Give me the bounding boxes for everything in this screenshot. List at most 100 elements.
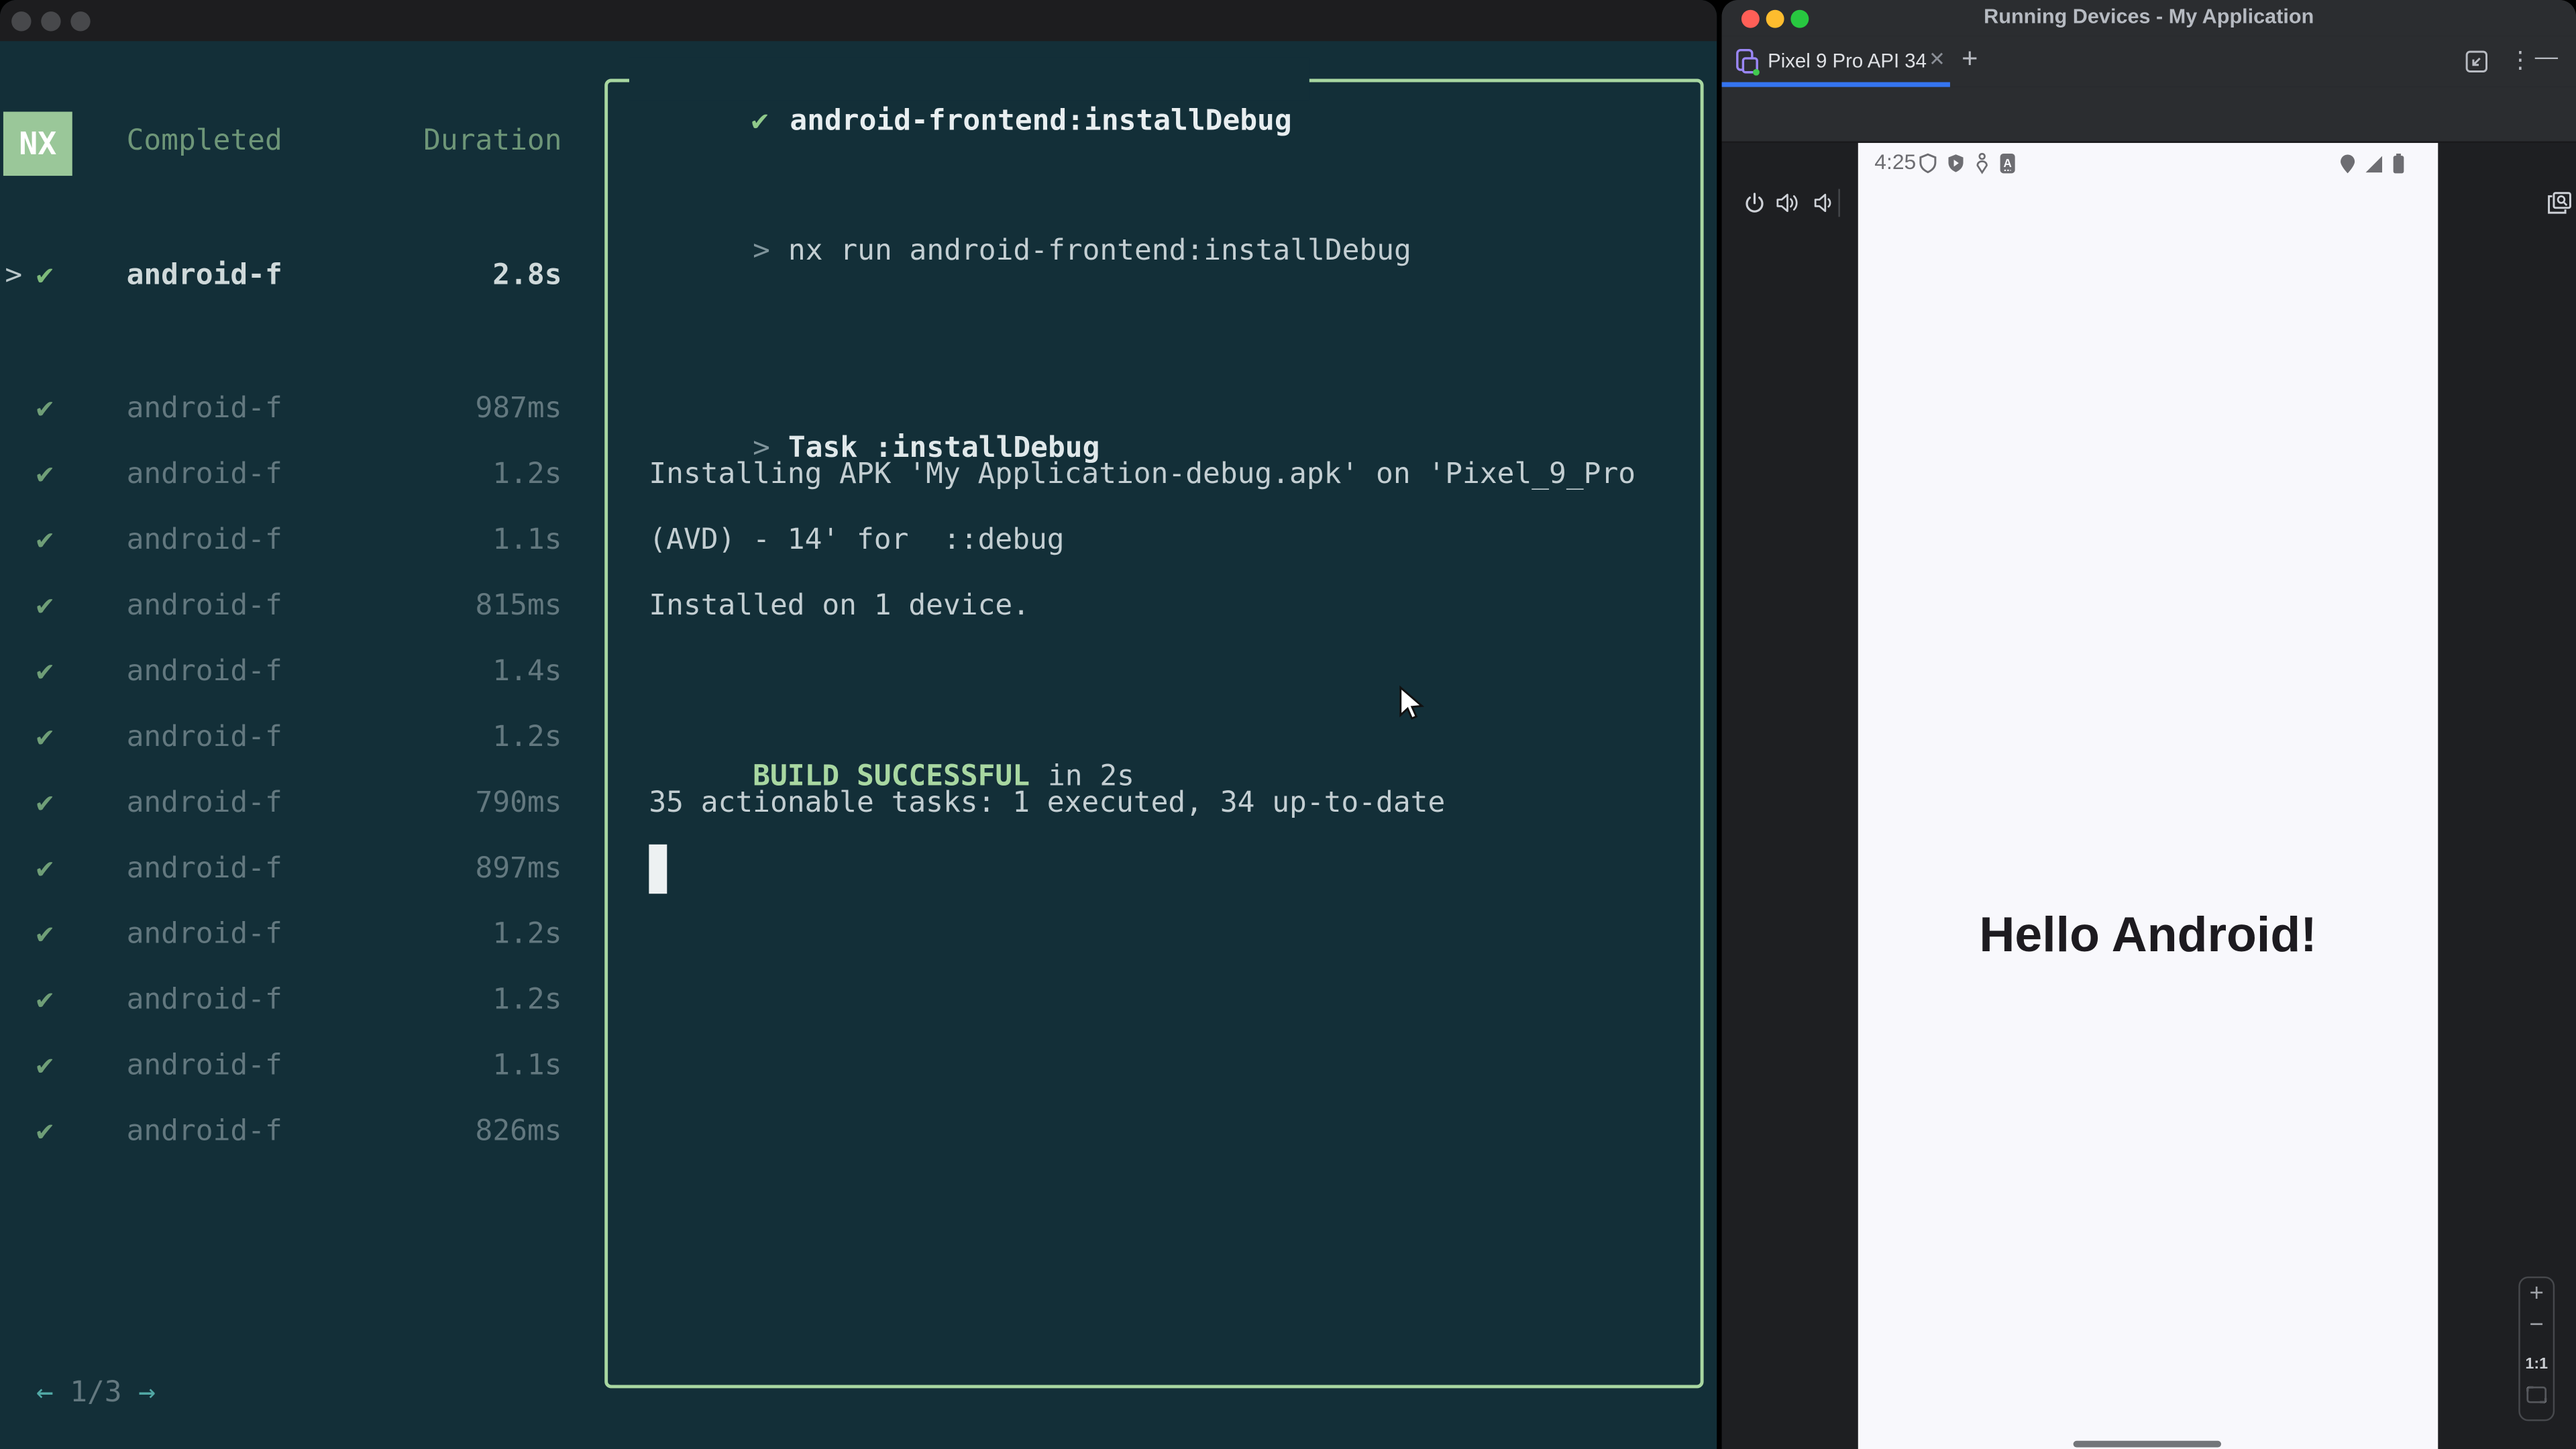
task-row[interactable]: ✔ android-f 790ms (0, 784, 583, 823)
emulator-screen[interactable]: 4:25 A Hello Android! (1858, 143, 2438, 1449)
terminal-line: Installed on 1 device. (649, 590, 1030, 623)
task-name: android-f (126, 853, 282, 886)
task-row[interactable]: ✔ android-f 1.2s (0, 718, 583, 757)
hide-panel-icon[interactable]: — (2535, 43, 2558, 69)
task-output-title: ✔ android-frontend:installDebug (629, 57, 1310, 138)
zoom-controls: + − 1:1 (2518, 1276, 2555, 1421)
zoom-in-button[interactable]: + (2520, 1280, 2553, 1308)
active-tab-indicator (1721, 82, 1950, 87)
check-icon: ✔ (751, 105, 769, 138)
task-duration: 826ms (475, 1115, 562, 1148)
device-tabbar: Pixel 9 Pro API 34 ✕ + ⋮ — (1721, 36, 2576, 87)
zoom-out-button[interactable]: − (2520, 1311, 2553, 1339)
column-duration: Duration (423, 125, 562, 158)
task-name: android-f (126, 392, 282, 426)
shield-icon (1919, 153, 1937, 182)
task-duration: 815ms (475, 590, 562, 623)
check-icon: ✔ (36, 918, 54, 951)
task-name: android-f (126, 1115, 282, 1148)
play-protect-icon (1947, 153, 1965, 182)
task-name: android-f (126, 918, 282, 951)
close-button[interactable] (11, 11, 32, 32)
location-icon (2339, 153, 2355, 182)
check-icon: ✔ (36, 1115, 54, 1148)
check-icon: ✔ (36, 259, 54, 292)
device-icon (1735, 48, 1761, 84)
running-devices-window: Running Devices - My Application Pixel 9… (1721, 0, 2576, 1449)
gesture-handle[interactable] (2073, 1440, 2222, 1448)
desktop: NX Completed Duration > ✔ android-f 2.8s… (0, 0, 2576, 1449)
check-icon: ✔ (36, 655, 54, 689)
task-row[interactable]: ✔ android-f 1.2s (0, 915, 583, 955)
terminal-line: (AVD) - 14' for ::debug (649, 524, 1065, 557)
signal-icon (2364, 153, 2383, 182)
terminal-line: Installing APK 'My Application-debug.apk… (649, 458, 1636, 492)
task-duration: 790ms (475, 787, 562, 820)
check-icon: ✔ (36, 590, 54, 623)
prev-page-arrow[interactable]: ← (36, 1377, 54, 1409)
power-button-icon[interactable] (1741, 191, 1768, 215)
layout-inspector-icon[interactable] (2546, 191, 2573, 215)
task-duration: 1.2s (492, 721, 562, 755)
task-row[interactable]: ✔ android-f 1.4s (0, 652, 583, 692)
task-name: android-f (126, 721, 282, 755)
task-name: android-f (126, 458, 282, 492)
terminal-titlebar (0, 0, 1717, 42)
task-name: android-f (126, 983, 282, 1017)
studio-titlebar: Running Devices - My Application (1721, 0, 2576, 36)
terminal-window: NX Completed Duration > ✔ android-f 2.8s… (0, 0, 1717, 1449)
task-row[interactable]: ✔ android-f 987ms (0, 389, 583, 429)
command-text: nx run android-frontend:installDebug (788, 235, 1411, 268)
task-duration: 2.8s (492, 259, 562, 292)
more-options-icon[interactable]: ⋮ (2509, 46, 2532, 74)
task-row[interactable]: ✔ android-f 1.2s (0, 981, 583, 1020)
task-name: android-f (126, 524, 282, 557)
task-duration: 987ms (475, 392, 562, 426)
task-row[interactable]: ✔ android-f 826ms (0, 1112, 583, 1152)
status-bar-notification-icons: A (1919, 152, 2015, 182)
task-output-title-text: android-frontend:installDebug (790, 105, 1292, 138)
terminal-command-line: > nx run android-frontend:installDebug (649, 193, 1411, 268)
zoom-button[interactable] (70, 11, 91, 32)
add-device-tab-button[interactable]: + (1962, 43, 1978, 76)
terminal-line: > Task :installDebug (649, 389, 1099, 465)
task-duration: 897ms (475, 853, 562, 886)
task-duration: 1.2s (492, 458, 562, 492)
task-duration: 1.1s (492, 1049, 562, 1083)
toolbar-separator (1838, 189, 1840, 217)
task-name: android-f (126, 590, 282, 623)
build-status-line: BUILD SUCCESSFUL in 2s (649, 718, 1134, 794)
task-name: android-f (126, 259, 282, 292)
page-indicator: 1/3 (70, 1377, 122, 1410)
task-duration: 1.2s (492, 983, 562, 1017)
hello-android-text: Hello Android! (1979, 908, 2317, 963)
app-icon: A (1999, 153, 2015, 182)
task-row[interactable]: ✔ android-f 815ms (0, 586, 583, 626)
tab-pixel-9-pro[interactable]: Pixel 9 Pro API 34 (1768, 49, 1927, 72)
dock-window-icon[interactable] (2464, 49, 2489, 82)
fit-to-window-icon[interactable] (2520, 1383, 2553, 1413)
check-icon: ✔ (36, 392, 54, 426)
task-name: android-f (126, 655, 282, 689)
task-row[interactable]: ✔ android-f 1.1s (0, 521, 583, 560)
volume-down-icon[interactable] (1811, 191, 1837, 215)
prompt-chevron-icon: > (753, 235, 770, 268)
check-icon: ✔ (36, 524, 54, 557)
check-icon: ✔ (36, 853, 54, 886)
task-duration: 1.2s (492, 918, 562, 951)
column-completed: Completed (126, 125, 282, 158)
task-row[interactable]: ✔ android-f 1.1s (0, 1046, 583, 1086)
task-name: android-f (126, 787, 282, 820)
task-duration: 1.1s (492, 524, 562, 557)
volume-up-icon[interactable] (1774, 191, 1801, 215)
terminal-cursor (649, 844, 667, 894)
task-row[interactable]: ✔ android-f 897ms (0, 849, 583, 889)
actual-size-button[interactable]: 1:1 (2520, 1355, 2553, 1373)
minimize-button[interactable] (41, 11, 61, 32)
device-toolbar: ◁ ○ □ ↺ ⋮ (1721, 87, 2576, 217)
task-row[interactable]: ✔ android-f 1.2s (0, 455, 583, 494)
close-tab-icon[interactable]: ✕ (1929, 48, 1945, 70)
next-page-arrow[interactable]: → (138, 1377, 156, 1409)
task-row-selected[interactable]: > ✔ android-f 2.8s (0, 256, 583, 296)
task-list-header: Completed Duration (0, 125, 583, 164)
